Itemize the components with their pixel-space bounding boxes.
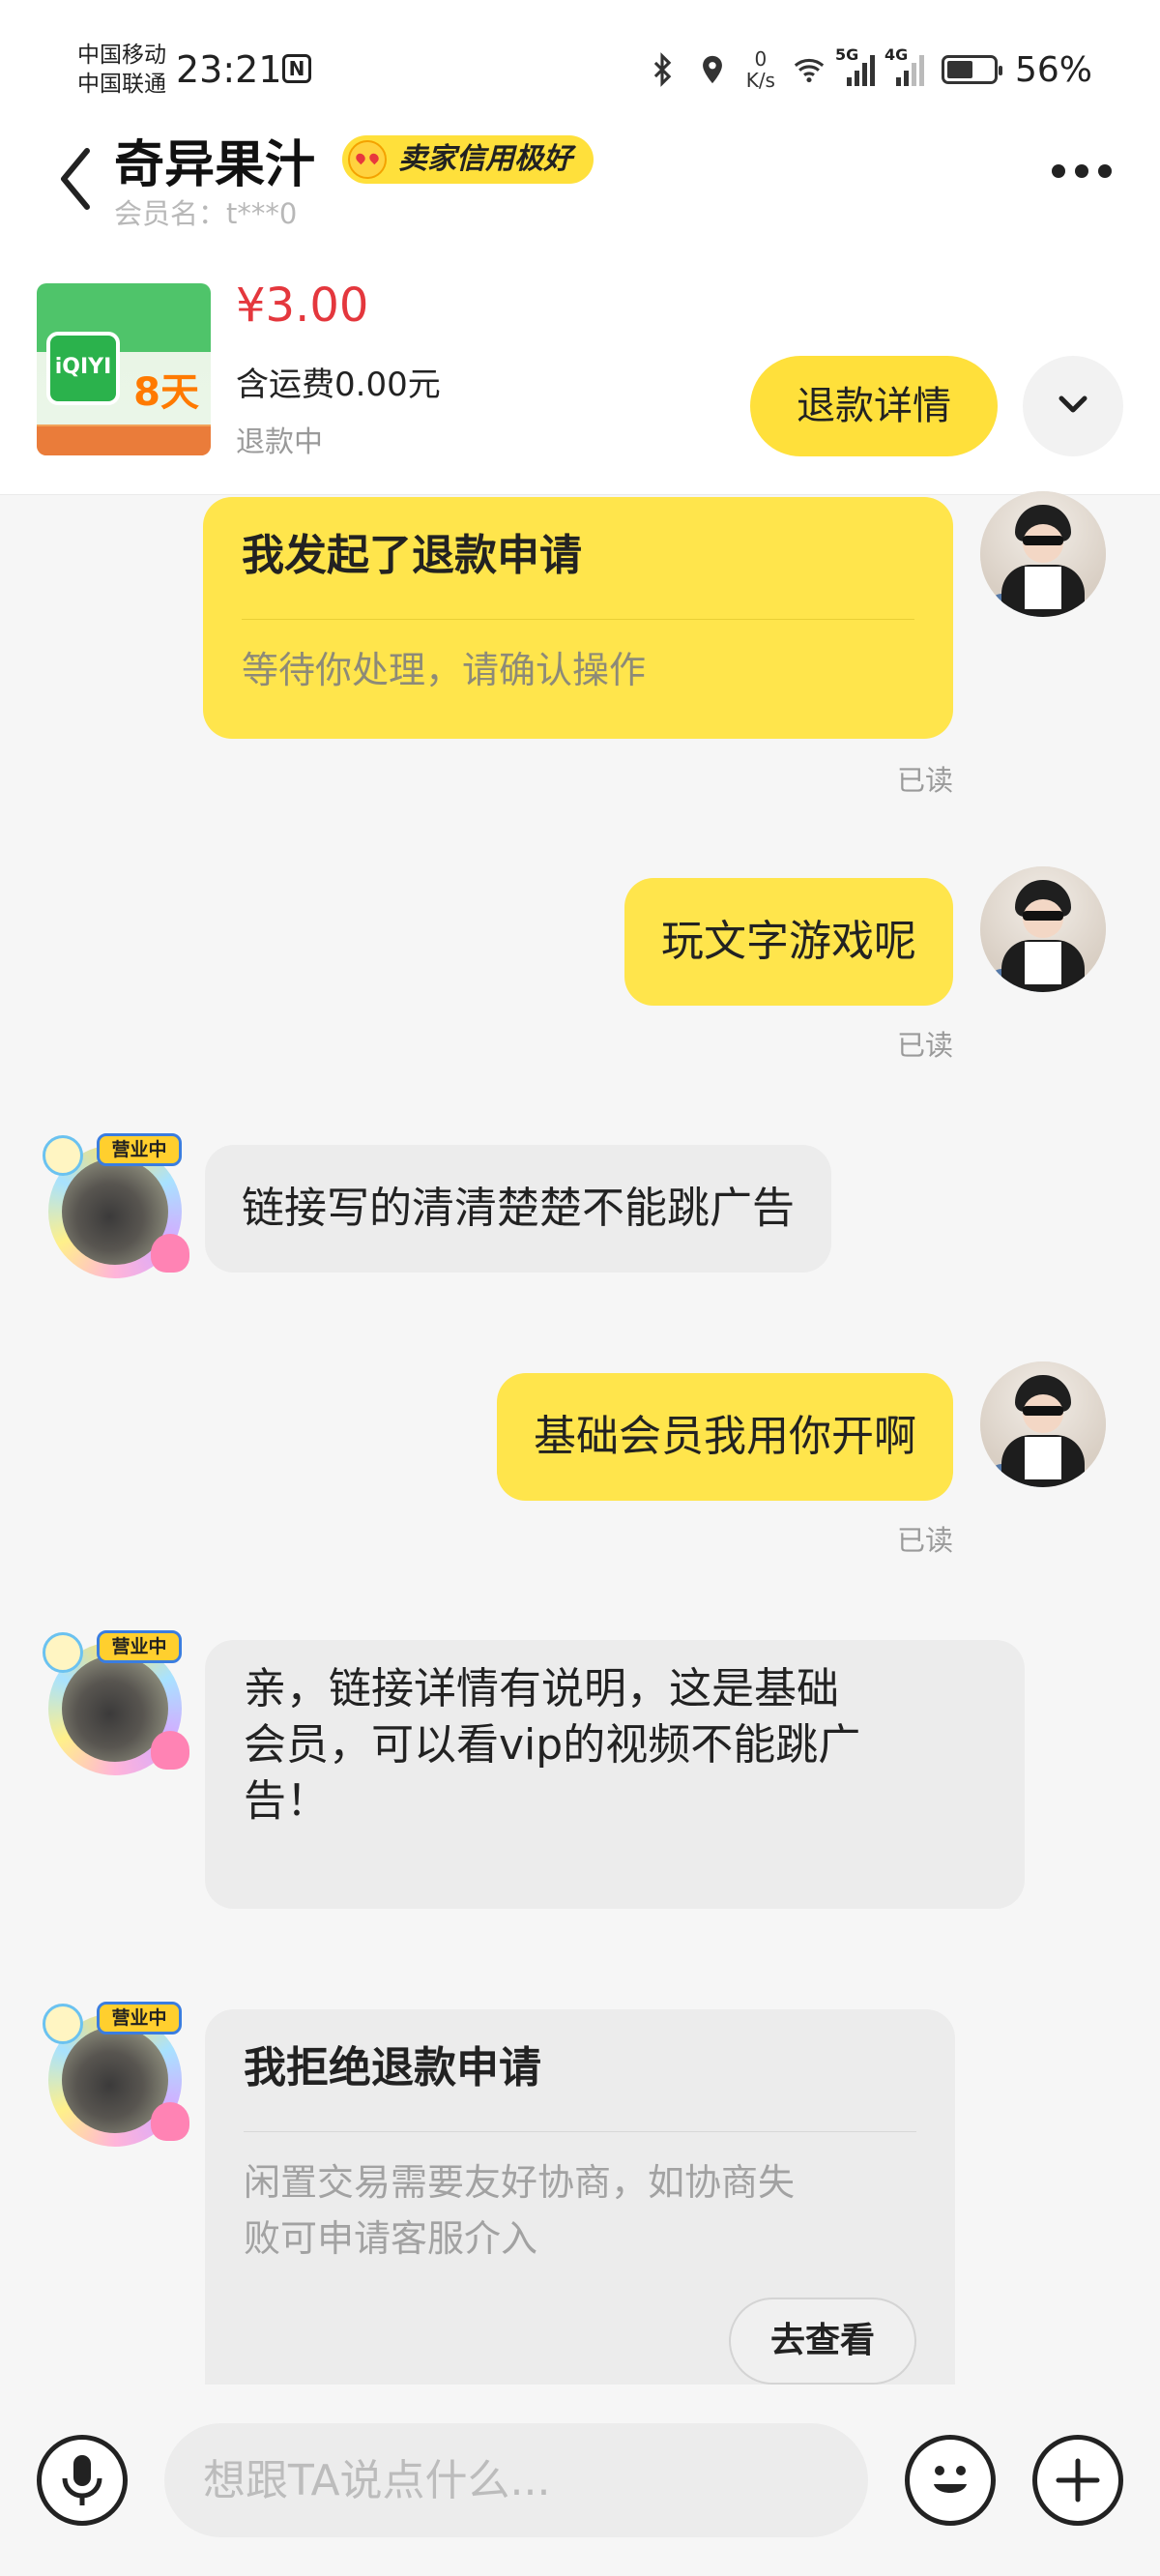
product-days: 8天 [133,370,199,415]
refund-rejected-subtitle: 闲置交易需要友好协商，如协商失 败可申请客服介入 [244,2154,795,2267]
credit-badge-label: 卖家信用极好 [398,142,572,176]
emoji-button[interactable] [905,2435,996,2526]
more-options-icon[interactable] [1052,164,1112,178]
back-icon[interactable] [56,145,95,213]
credit-badge[interactable]: 卖家信用极好 [342,135,594,184]
read-receipt: 已读 [896,1524,953,1557]
iqiyi-logo: iQIYI [46,332,120,405]
location-icon [702,55,722,84]
view-button[interactable]: 去查看 [729,2298,916,2385]
subtitle-line: 闲置交易需要友好协商，如协商失 [244,2161,796,2204]
my-avatar[interactable] [980,1361,1106,1487]
status-time: 23:21 [176,48,282,91]
chat-bubble-theirs[interactable]: 链接写的清清楚楚不能跳广告 [205,1145,831,1273]
open-status-tag: 营业中 [97,1133,182,1166]
my-avatar[interactable] [980,491,1106,617]
heart-eyes-icon [348,140,387,179]
signal-4g-icon: 4G [884,45,924,86]
open-status-tag: 营业中 [97,2002,182,2034]
net-speed-value: 0 [754,47,768,71]
card-divider [242,619,914,620]
battery-icon [941,55,1002,84]
message-line: 亲，链接详情有说明，这是基础 [244,1664,839,1713]
my-avatar[interactable] [980,866,1106,992]
signal-5g-label: 5G [834,45,859,64]
read-receipt: 已读 [896,764,953,797]
product-thumbnail[interactable]: iQIYI 8天 [37,283,211,455]
product-shipping: 含运费0.00元 [236,366,441,404]
seller-avatar[interactable]: 营业中 [43,1996,189,2147]
seller-avatar[interactable]: 营业中 [43,1625,189,1775]
product-status: 退款中 [236,425,323,459]
signal-4g-label: 4G [884,45,909,64]
carrier-2: 中国联通 [77,72,166,97]
carrier-1: 中国移动 [77,43,166,68]
nfc-icon: N [282,54,311,83]
chat-bubble-mine[interactable]: 玩文字游戏呢 [624,878,953,1006]
refund-request-subtitle: 等待你处理，请确认操作 [242,649,647,691]
status-icons: 0 K/s 5G 4G 56% [646,43,1092,97]
refund-rejected-title: 我拒绝退款申请 [244,2043,541,2093]
chevron-down-icon [1058,395,1088,413]
net-speed: 0 K/s [746,48,775,91]
microphone-icon [62,2455,102,2505]
wifi-icon [794,58,825,83]
voice-button[interactable] [37,2435,128,2526]
refund-details-button[interactable]: 退款详情 [750,356,998,456]
more-actions-button[interactable] [1032,2435,1123,2526]
battery-fill [946,61,972,78]
refund-request-title: 我发起了退款申请 [242,531,582,580]
bluetooth-icon [653,52,671,87]
open-status-tag: 营业中 [97,1630,182,1663]
plus-icon [1056,2458,1100,2503]
message-line: 告！ [244,1776,329,1826]
seller-avatar[interactable]: 营业中 [43,1127,189,1278]
refund-request-card[interactable]: 我发起了退款申请 等待你处理，请确认操作 [203,497,953,739]
refund-rejected-card[interactable]: 我拒绝退款申请 闲置交易需要友好协商，如协商失 败可申请客服介入 去查看 [205,2009,955,2386]
product-price: ¥3.00 [236,278,369,333]
signal-5g-icon: 5G [835,45,875,86]
status-bar: 中国移动 中国联通 23:21 N 0 K/s 5G 4G 56% [0,0,1160,135]
subtitle-line: 败可申请客服介入 [244,2217,538,2260]
net-speed-unit: K/s [745,69,775,92]
chat-bubble-mine[interactable]: 基础会员我用你开啊 [497,1373,953,1501]
expand-button[interactable] [1023,356,1123,456]
battery-percent: 56% [1014,49,1092,90]
carrier-labels: 中国移动 中国联通 [77,41,166,99]
message-line: 会员，可以看vip的视频不能跳广 [244,1720,861,1770]
member-name: 会员名：t***0 [114,197,298,230]
message-input[interactable] [164,2423,868,2537]
read-receipt: 已读 [896,1029,953,1062]
emoji-icon [934,2466,967,2493]
card-divider [244,2131,916,2132]
chat-bubble-theirs[interactable]: 亲，链接详情有说明，这是基础 会员，可以看vip的视频不能跳广 告！ [205,1640,1025,1909]
product-tag [37,426,211,455]
shop-name[interactable]: 奇异果汁 [114,124,315,196]
